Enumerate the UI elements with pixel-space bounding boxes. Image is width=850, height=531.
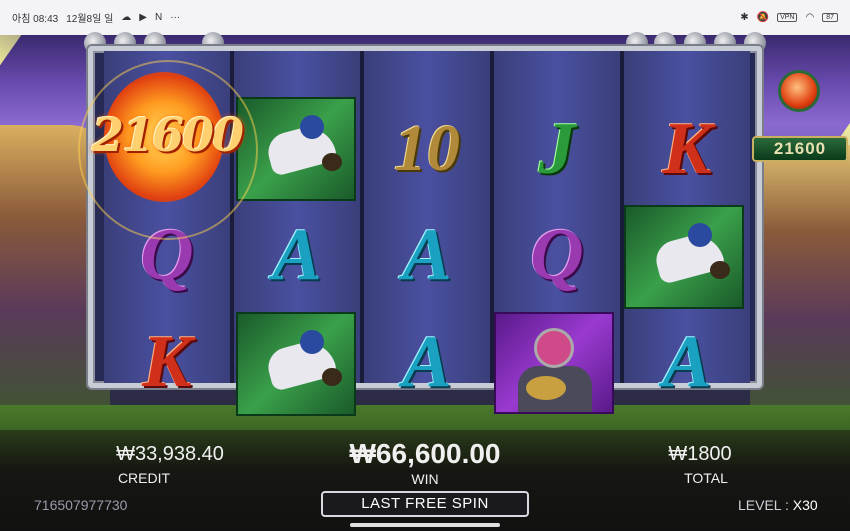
symbol-a: A xyxy=(662,320,712,403)
level-value: X30 xyxy=(792,497,818,513)
level-label: LEVEL : xyxy=(738,497,793,513)
level-indicator: LEVEL : X30 xyxy=(738,497,818,513)
win-label: WIN xyxy=(411,471,439,487)
bluetooth-icon: ✱ xyxy=(740,12,749,23)
status-date: 12월8일 일 xyxy=(66,14,114,25)
symbol-q: Q xyxy=(530,213,584,296)
player-symbol xyxy=(624,205,744,309)
catcher-symbol xyxy=(494,312,614,414)
win-value: ₩66,600.00 xyxy=(349,438,501,469)
mute-icon: 🔕 xyxy=(756,12,770,23)
stadium-right xyxy=(750,145,850,435)
cloud-icon: ☁ xyxy=(121,12,132,23)
fireball-total-badge: 21600 xyxy=(752,136,848,162)
symbol-a: A xyxy=(402,213,452,296)
stadium-light-left xyxy=(0,35,72,70)
vpn-icon: VPN xyxy=(777,13,798,22)
symbol-a: A xyxy=(272,213,322,296)
more-icon: ··· xyxy=(170,12,181,23)
credit-value: ₩33,938.40 xyxy=(116,443,224,465)
status-time: 아침 08:43 xyxy=(12,14,59,25)
netflix-icon: N xyxy=(154,12,163,23)
battery-icon: 87 xyxy=(822,13,838,22)
wifi-icon: ◠ xyxy=(805,12,815,23)
fireball-value: 21600 xyxy=(91,108,244,162)
youtube-icon: ▶ xyxy=(139,12,147,23)
last-free-spin-button[interactable]: LAST FREE SPIN xyxy=(321,491,529,517)
symbol-k: K xyxy=(662,107,712,190)
fireball-badge-icon xyxy=(778,70,820,112)
player-symbol xyxy=(236,312,356,416)
symbol-10: 10 xyxy=(394,112,460,185)
navigation-handle[interactable] xyxy=(350,523,500,527)
total-bet-label: TOTAL xyxy=(684,470,728,486)
symbol-k: K xyxy=(142,320,192,403)
status-bar: 아침 08:43 12월8일 일 ☁ ▶ N ··· ✱ 🔕 VPN ◠ 87 xyxy=(0,0,850,35)
symbol-j: J xyxy=(538,107,576,190)
total-bet-value: ₩1800 xyxy=(668,443,732,465)
ticket-id: 716507977730 xyxy=(34,497,128,513)
symbol-a: A xyxy=(402,320,452,403)
credit-label: CREDIT xyxy=(117,470,171,486)
